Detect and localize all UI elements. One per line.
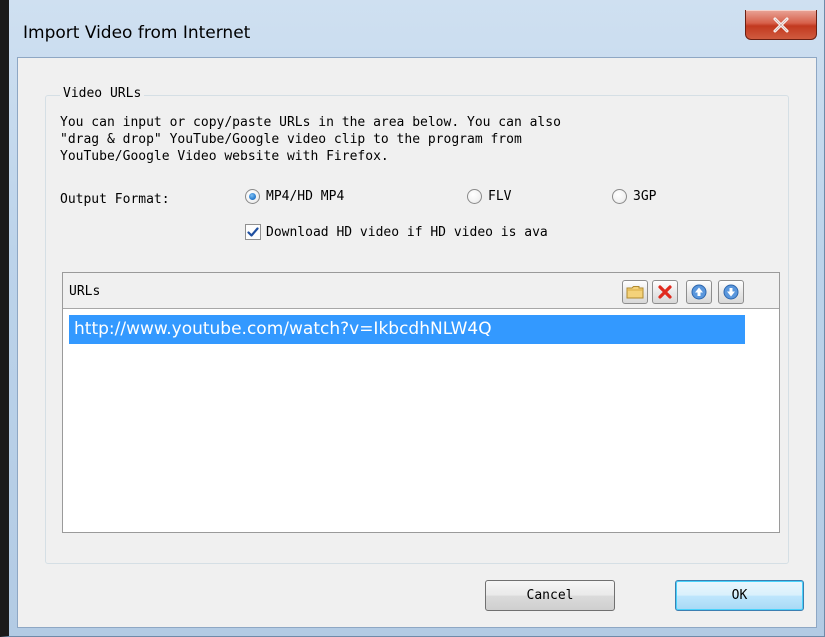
delete-icon bbox=[658, 285, 672, 299]
url-list-item[interactable]: http://www.youtube.com/watch?v=IkbcdhNLW… bbox=[69, 315, 745, 344]
group-title: Video URLs bbox=[60, 86, 145, 101]
radio-button-checked[interactable] bbox=[245, 189, 260, 204]
instructions-text: You can input or copy/paste URLs in the … bbox=[60, 115, 561, 164]
download-hd-checkbox[interactable]: Download HD video if HD video is ava bbox=[245, 224, 548, 240]
radio-button[interactable] bbox=[612, 189, 627, 204]
urls-panel: URLs http://www.youtube.com/watch?v=Ikbc… bbox=[62, 272, 780, 533]
output-format-label: Output Format: bbox=[60, 192, 170, 207]
close-icon bbox=[773, 17, 789, 32]
folder-icon bbox=[626, 286, 644, 299]
move-up-button[interactable] bbox=[686, 280, 712, 304]
open-file-button[interactable] bbox=[622, 280, 648, 304]
download-hd-label: Download HD video if HD video is ava bbox=[266, 224, 548, 240]
urls-header-label: URLs bbox=[69, 284, 101, 299]
arrow-up-icon bbox=[691, 284, 707, 300]
radio-mp4-label: MP4/HD MP4 bbox=[266, 189, 345, 204]
radio-mp4[interactable]: MP4/HD MP4 bbox=[245, 189, 344, 204]
arrow-down-icon bbox=[723, 284, 739, 300]
radio-button[interactable] bbox=[467, 189, 482, 204]
window-title: Import Video from Internet bbox=[23, 23, 251, 43]
radio-3gp-label: 3GP bbox=[633, 189, 657, 204]
radio-flv-label: FLV bbox=[488, 189, 512, 204]
ok-button[interactable]: OK bbox=[675, 580, 804, 611]
delete-url-button[interactable] bbox=[652, 280, 678, 304]
dialog-client-area: Video URLs You can input or copy/paste U… bbox=[17, 57, 817, 628]
radio-flv[interactable]: FLV bbox=[467, 189, 511, 204]
close-button[interactable] bbox=[745, 10, 817, 40]
cancel-button[interactable]: Cancel bbox=[485, 580, 615, 611]
radio-3gp[interactable]: 3GP bbox=[612, 189, 656, 204]
move-down-button[interactable] bbox=[718, 280, 744, 304]
checkbox-box[interactable] bbox=[245, 224, 261, 240]
urls-header: URLs bbox=[63, 273, 779, 309]
url-list[interactable]: http://www.youtube.com/watch?v=IkbcdhNLW… bbox=[69, 315, 745, 344]
checkmark-icon bbox=[247, 227, 259, 237]
title-bar[interactable]: Import Video from Internet bbox=[9, 10, 824, 57]
